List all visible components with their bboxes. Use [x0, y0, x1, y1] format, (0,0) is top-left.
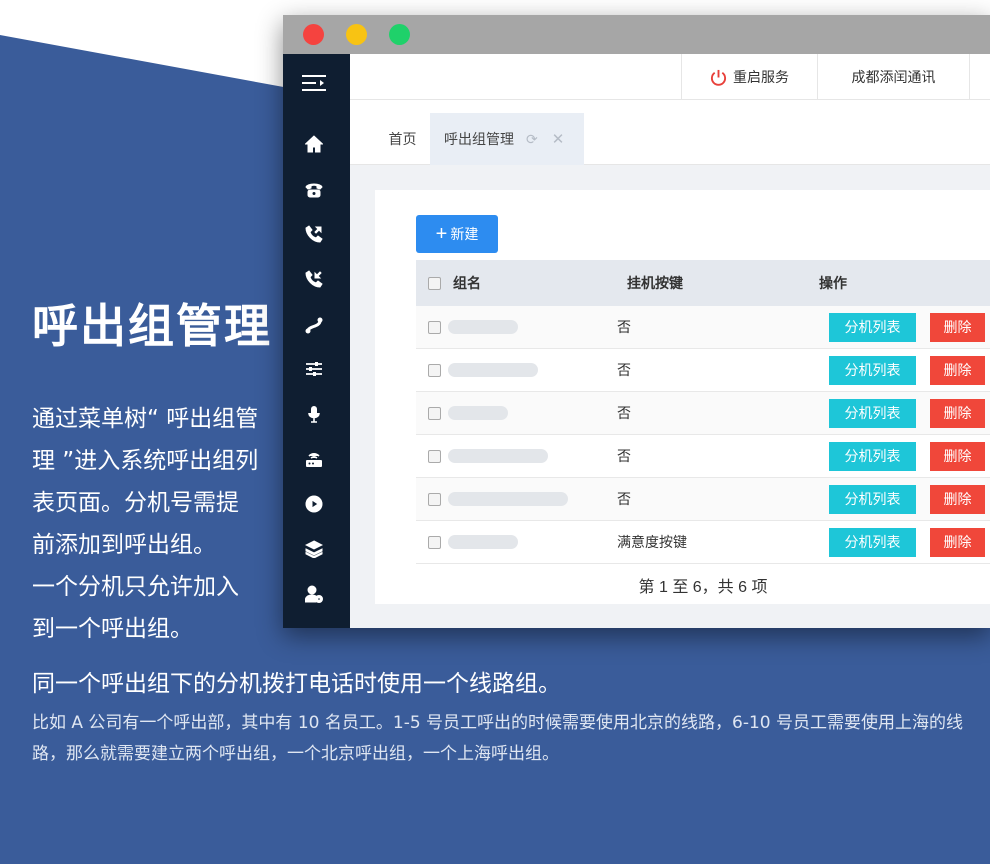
group-name-placeholder: [448, 320, 518, 334]
table-row: 满意度按键 分机列表 删除: [416, 521, 990, 564]
tab-home[interactable]: 首页: [375, 113, 430, 165]
top-navbar: 重启服务 成都添闰通讯: [350, 54, 990, 100]
column-header-actions: 操作: [819, 275, 847, 291]
table-row: 否 分机列表 删除: [416, 306, 990, 349]
user-settings-icon[interactable]: [304, 584, 324, 604]
window-maximize-dot[interactable]: [389, 24, 410, 45]
telephone-icon[interactable]: [304, 179, 324, 199]
sidebar: [283, 54, 350, 628]
content-panel: + 新建 组名 挂机按键 操作 否 分机列表 删除 否 分机列表 删除 否 分机…: [375, 190, 990, 604]
company-menu[interactable]: 成都添闰通讯: [818, 54, 970, 100]
hangup-key-cell: 否: [617, 491, 631, 507]
intro-description: 通过菜单树“ 呼出组管 理 ”进入系统呼出组列 表页面。分机号需提 前添加到呼出…: [32, 398, 280, 650]
page-title: 呼出组管理: [32, 299, 272, 353]
restart-service-button[interactable]: 重启服务: [681, 54, 818, 100]
intro-line: 通过菜单树“ 呼出组管: [32, 406, 259, 432]
group-name-placeholder: [448, 363, 538, 377]
hangup-key-cell: 否: [617, 319, 631, 335]
column-header-hangup-key: 挂机按键: [627, 275, 683, 291]
microphone-icon[interactable]: [304, 404, 324, 424]
group-name-placeholder: [448, 406, 508, 420]
tab-outbound-group[interactable]: 呼出组管理 ⟳ ✕: [430, 113, 584, 165]
extension-list-button[interactable]: 分机列表: [829, 355, 916, 385]
router-icon[interactable]: [304, 449, 324, 469]
extension-list-button[interactable]: 分机列表: [829, 312, 916, 342]
row-checkbox[interactable]: [428, 449, 441, 463]
menu-toggle-icon[interactable]: [301, 73, 327, 93]
delete-button[interactable]: 删除: [930, 398, 985, 428]
tab-label: 呼出组管理: [444, 131, 514, 147]
intro-line: 一个分机只允许加入: [32, 574, 239, 600]
new-group-label: 新建: [450, 226, 479, 242]
power-icon: [710, 69, 727, 86]
layers-icon[interactable]: [304, 539, 324, 559]
tab-bar: 首页 呼出组管理 ⟳ ✕: [350, 100, 990, 165]
extension-list-button[interactable]: 分机列表: [829, 484, 916, 514]
intro-line: 前添加到呼出组。: [32, 532, 216, 558]
hangup-key-cell: 否: [617, 448, 631, 464]
delete-button[interactable]: 删除: [930, 484, 985, 514]
group-name-placeholder: [448, 449, 548, 463]
example-note: 比如 A 公司有一个呼出部，其中有 10 名员工。1-5 号员工呼出的时候需要使…: [32, 713, 964, 764]
delete-button[interactable]: 删除: [930, 355, 985, 385]
hangup-key-cell: 否: [617, 405, 631, 421]
play-circle-icon[interactable]: [304, 494, 324, 514]
intro-line: 表页面。分机号需提: [32, 490, 239, 516]
outbound-group-table: 组名 挂机按键 操作 否 分机列表 删除 否 分机列表 删除 否 分机列表 删除…: [416, 260, 990, 564]
close-icon[interactable]: ✕: [552, 130, 565, 148]
sliders-icon[interactable]: [304, 359, 324, 379]
window-close-dot[interactable]: [303, 24, 324, 45]
extension-list-button[interactable]: 分机列表: [829, 441, 916, 471]
home-icon[interactable]: [304, 134, 324, 154]
refresh-icon[interactable]: ⟳: [526, 131, 538, 148]
app-window: 重启服务 成都添闰通讯 首页 呼出组管理 ⟳ ✕ + 新建 组名 挂机按键 操作: [283, 15, 990, 628]
select-all-checkbox[interactable]: [428, 276, 441, 290]
table-body: 否 分机列表 删除 否 分机列表 删除 否 分机列表 删除 否 分机列表 删除 …: [416, 306, 990, 564]
row-checkbox[interactable]: [428, 535, 441, 549]
table-row: 否 分机列表 删除: [416, 435, 990, 478]
column-header-name: 组名: [453, 275, 481, 291]
delete-button[interactable]: 删除: [930, 312, 985, 342]
table-header: 组名 挂机按键 操作: [416, 260, 990, 306]
intro-line: 到一个呼出组。: [32, 616, 193, 642]
row-checkbox[interactable]: [428, 492, 441, 506]
group-name-placeholder: [448, 535, 518, 549]
window-minimize-dot[interactable]: [346, 24, 367, 45]
extension-list-button[interactable]: 分机列表: [829, 398, 916, 428]
group-name-placeholder: [448, 492, 568, 506]
delete-button[interactable]: 删除: [930, 527, 985, 557]
delete-button[interactable]: 删除: [930, 441, 985, 471]
table-row: 否 分机列表 删除: [416, 392, 990, 435]
row-checkbox[interactable]: [428, 320, 441, 334]
extension-list-button[interactable]: 分机列表: [829, 527, 916, 557]
phone-outgoing-icon[interactable]: [304, 224, 324, 244]
hangup-key-cell: 否: [617, 362, 631, 378]
subheading: 同一个呼出组下的分机拨打电话时使用一个线路组。: [32, 671, 561, 697]
row-checkbox[interactable]: [428, 406, 441, 420]
hangup-key-cell: 满意度按键: [617, 534, 687, 550]
route-icon[interactable]: [304, 315, 324, 335]
window-titlebar: [283, 15, 990, 54]
table-row: 否 分机列表 删除: [416, 349, 990, 392]
restart-service-label: 重启服务: [733, 69, 789, 85]
plus-icon: +: [435, 223, 448, 245]
new-group-button[interactable]: + 新建: [416, 215, 498, 253]
row-checkbox[interactable]: [428, 363, 441, 377]
pagination-info: 第 1 至 6，共 6 项: [638, 579, 768, 596]
table-row: 否 分机列表 删除: [416, 478, 990, 521]
phone-incoming-icon[interactable]: [304, 269, 324, 289]
intro-line: 理 ”进入系统呼出组列: [32, 448, 259, 474]
